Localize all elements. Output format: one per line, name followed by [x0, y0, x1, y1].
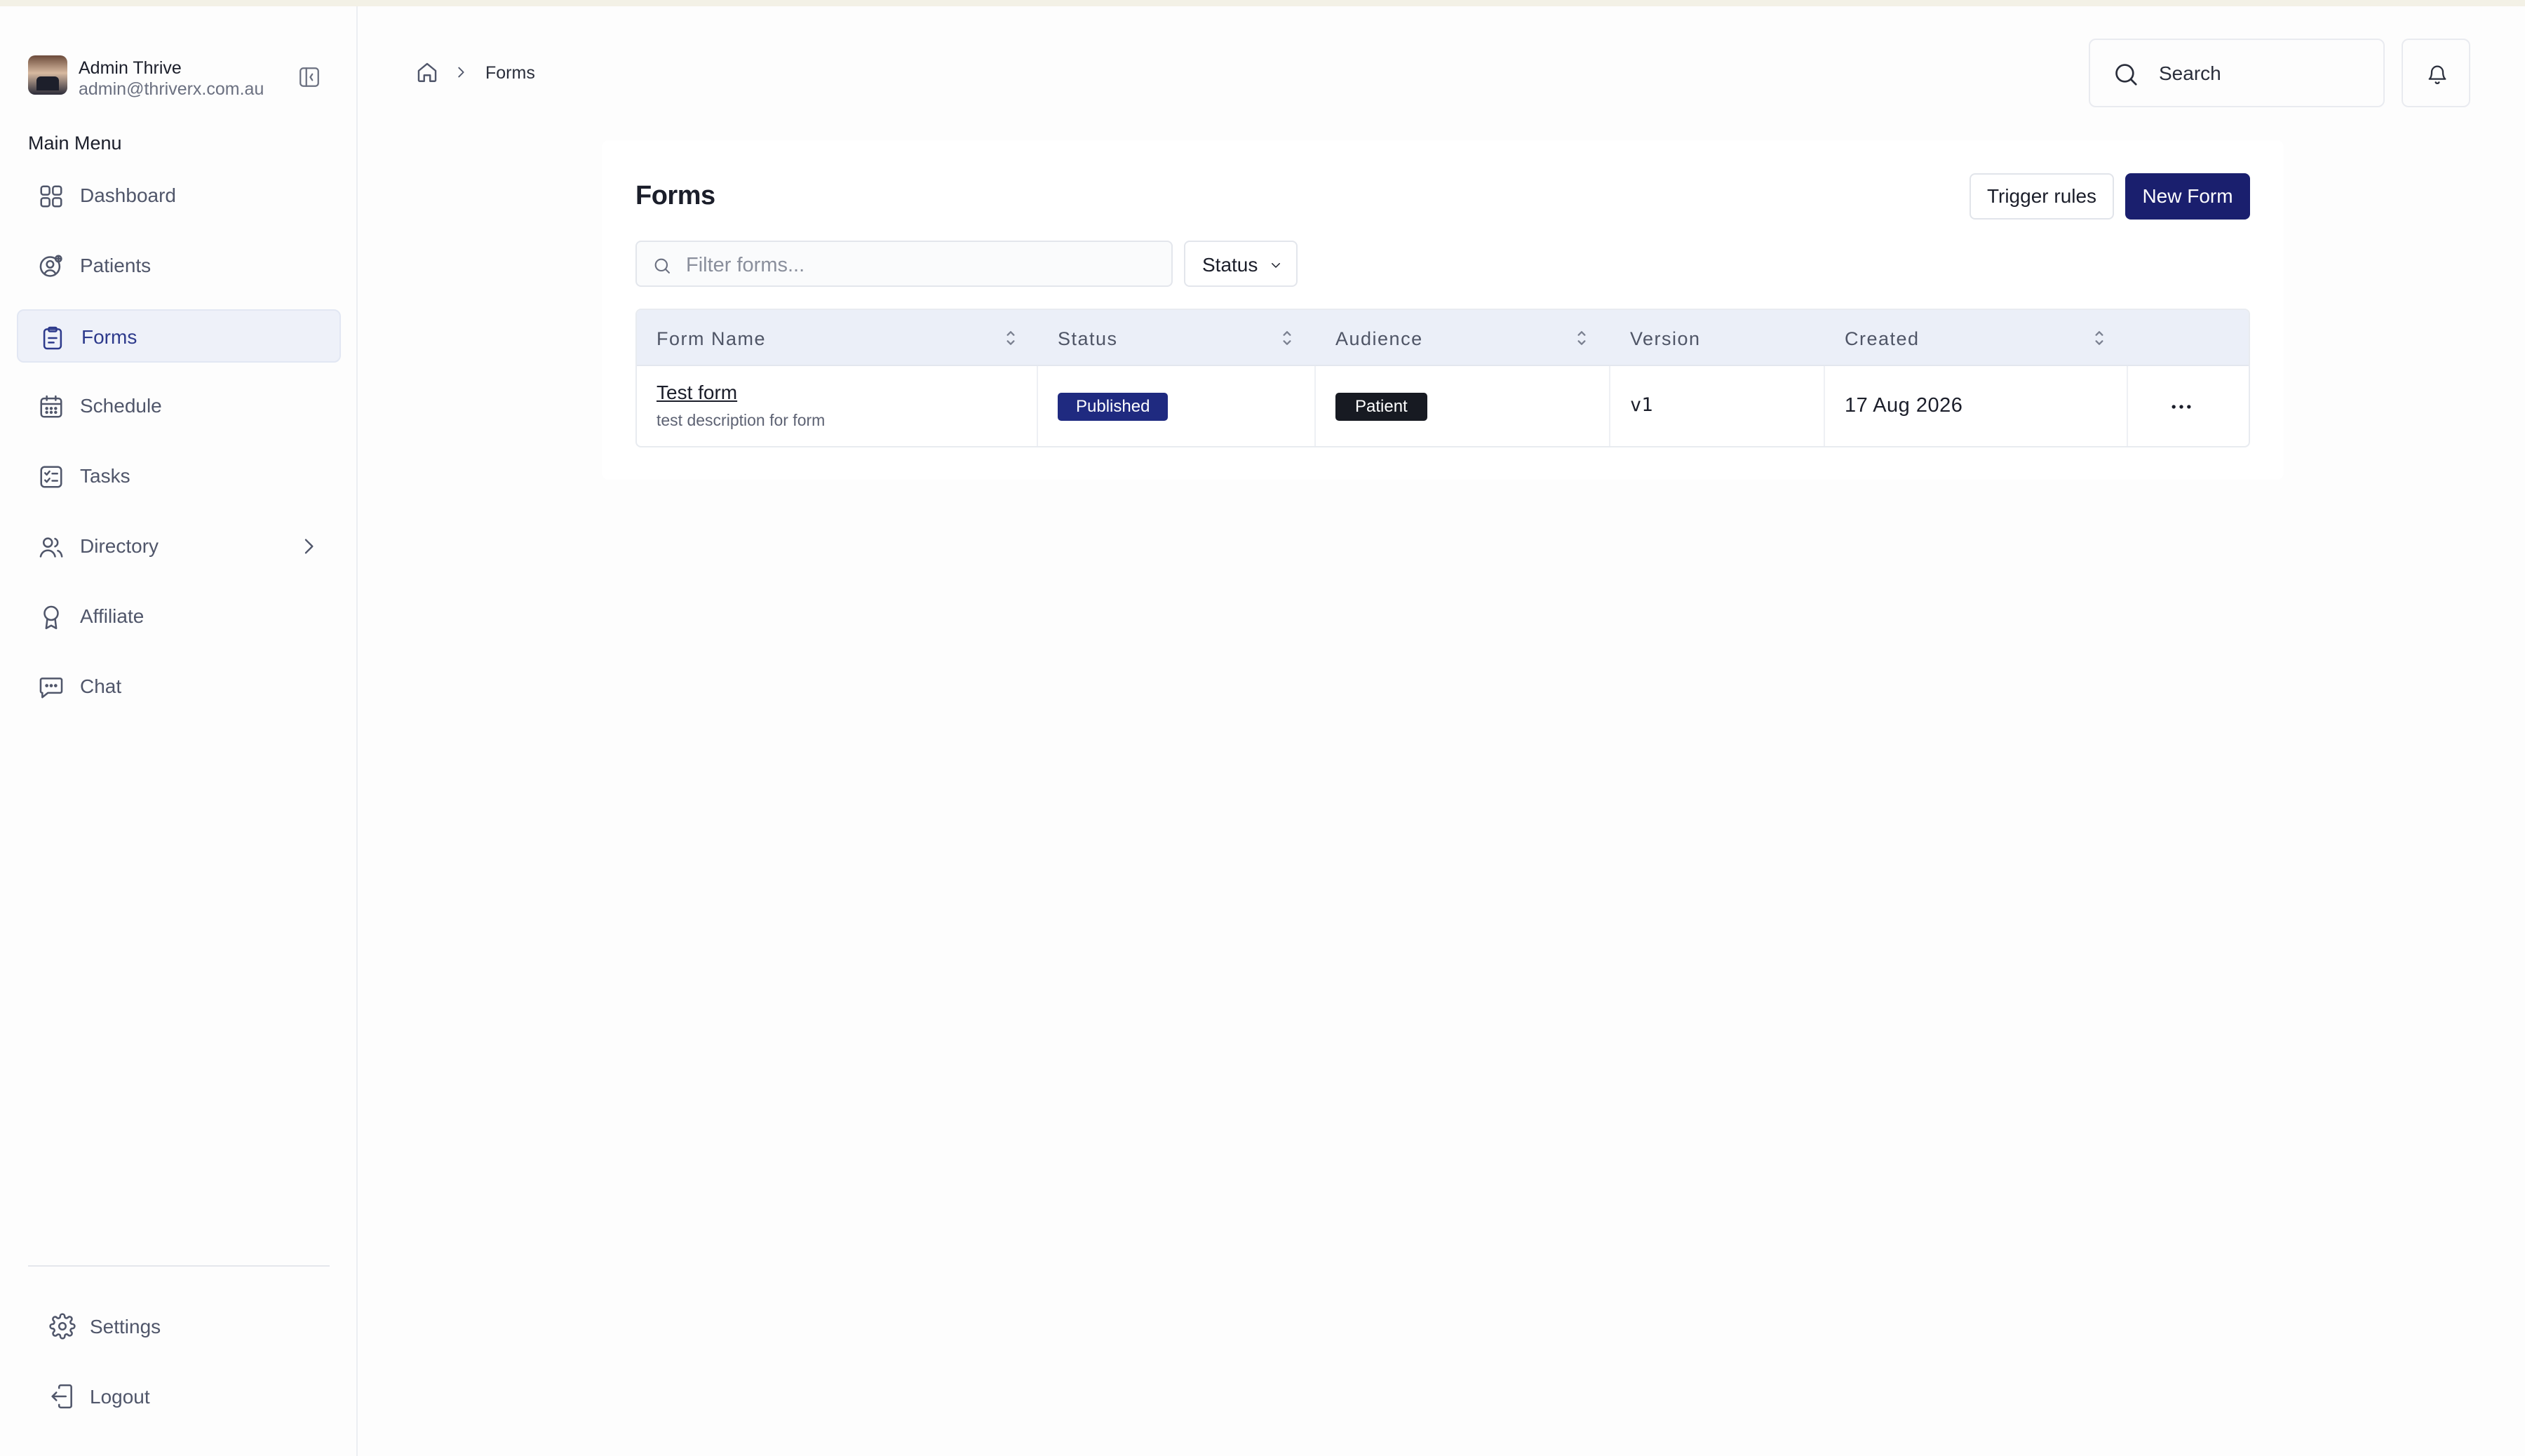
global-search[interactable]: [2089, 39, 2385, 107]
grid-icon: [38, 183, 65, 210]
bell-icon: [2428, 65, 2446, 84]
checklist-icon: [38, 464, 65, 490]
chevron-down-icon: [1272, 263, 1280, 268]
home-icon[interactable]: [415, 60, 439, 84]
forms-card: Forms Trigger rules New Form Status Form…: [602, 140, 2284, 480]
sidebar-item-dashboard[interactable]: Dashboard: [17, 169, 341, 222]
sidebar: Admin Thrive admin@thriverx.com.au Main …: [0, 6, 358, 1456]
table-header: Form Name Status Audience Version Create…: [637, 310, 2249, 366]
sidebar-item-label: Directory: [80, 535, 159, 557]
logout-icon: [49, 1383, 76, 1410]
sidebar-item-logout[interactable]: Logout: [28, 1372, 330, 1421]
table-row: Test form test description for form Publ…: [637, 366, 2249, 446]
status-filter-label: Status: [1202, 254, 1258, 276]
gear-icon: [49, 1313, 76, 1340]
search-icon: [2115, 64, 2137, 86]
new-form-button[interactable]: New Form: [2125, 173, 2250, 220]
cell-status: Published: [1038, 366, 1316, 446]
chevron-right-icon: [453, 65, 469, 80]
sidebar-divider: [28, 1265, 330, 1267]
sidebar-item-label: Dashboard: [80, 184, 176, 206]
sidebar-item-affiliate[interactable]: Affiliate: [17, 590, 341, 643]
sort-icon[interactable]: [2093, 327, 2106, 349]
cell-created: 17 Aug 2026: [1825, 366, 2128, 446]
award-icon: [38, 604, 65, 631]
more-actions-icon[interactable]: [2167, 393, 2195, 421]
forms-table: Form Name Status Audience Version Create…: [635, 309, 2250, 447]
sidebar-item-directory[interactable]: Directory: [17, 520, 341, 573]
clipboard-icon: [39, 325, 66, 351]
version-value: v1: [1630, 394, 1653, 416]
sidebar-item-label: Tasks: [80, 465, 130, 487]
sidebar-item-patients[interactable]: Patients: [17, 239, 341, 292]
column-header-created[interactable]: Created: [1825, 310, 2128, 366]
window-top-edge: [0, 0, 2525, 6]
sidebar-item-chat[interactable]: Chat: [17, 660, 341, 713]
cell-audience: Patient: [1316, 366, 1610, 446]
audience-badge: Patient: [1335, 393, 1427, 421]
column-header-form-name[interactable]: Form Name: [637, 310, 1038, 366]
sidebar-item-label: Logout: [90, 1386, 150, 1408]
sidebar-item-tasks[interactable]: Tasks: [17, 450, 341, 503]
calendar-icon: [38, 393, 65, 420]
sort-icon[interactable]: [1004, 327, 1017, 349]
created-date: 17 Aug 2026: [1845, 394, 1963, 417]
main-menu-title: Main Menu: [28, 133, 122, 154]
status-badge: Published: [1058, 393, 1169, 421]
users-icon: [38, 534, 65, 560]
cell-version: v1: [1610, 366, 1825, 446]
chevron-right-icon[interactable]: [297, 535, 320, 558]
filter-forms-input[interactable]: [686, 251, 1156, 279]
sidebar-collapse-icon[interactable]: [297, 65, 321, 89]
sidebar-item-schedule[interactable]: Schedule: [17, 379, 341, 433]
column-header-status[interactable]: Status: [1038, 310, 1316, 366]
form-name-link[interactable]: Test form: [656, 382, 737, 404]
sidebar-item-label: Chat: [80, 675, 122, 697]
sidebar-item-forms[interactable]: Forms: [17, 309, 341, 363]
notifications-button[interactable]: [2402, 39, 2470, 107]
column-header-audience[interactable]: Audience: [1316, 310, 1610, 366]
profile-email: admin@thriverx.com.au: [79, 79, 264, 99]
avatar: [28, 55, 67, 95]
form-description: test description for form: [656, 411, 826, 429]
sidebar-item-label: Patients: [80, 255, 152, 276]
sort-icon[interactable]: [1281, 327, 1293, 349]
breadcrumb-current: Forms: [485, 63, 535, 83]
status-filter-dropdown[interactable]: Status: [1184, 241, 1298, 287]
column-header-version: Version: [1630, 328, 1701, 349]
sidebar-item-label: Schedule: [80, 395, 162, 417]
patients-icon: [38, 253, 65, 280]
chat-icon: [38, 674, 65, 701]
search-input[interactable]: [2159, 60, 2369, 88]
user-profile[interactable]: Admin Thrive admin@thriverx.com.au: [28, 50, 330, 106]
main-nav: Dashboard Patients Forms Schedule Tasks: [17, 169, 341, 730]
cell-actions: [2128, 366, 2249, 446]
sidebar-item-label: Forms: [81, 326, 137, 348]
sidebar-item-label: Affiliate: [80, 605, 144, 627]
page-title: Forms: [635, 181, 715, 210]
cell-form-name: Test form test description for form: [637, 366, 1038, 446]
filter-forms-field[interactable]: [635, 241, 1173, 287]
sort-icon[interactable]: [1575, 327, 1588, 349]
profile-name: Admin Thrive: [79, 58, 182, 78]
search-icon: [654, 258, 670, 274]
sidebar-item-settings[interactable]: Settings: [28, 1302, 330, 1351]
sidebar-item-label: Settings: [90, 1316, 161, 1337]
trigger-rules-button[interactable]: Trigger rules: [1969, 173, 2114, 220]
